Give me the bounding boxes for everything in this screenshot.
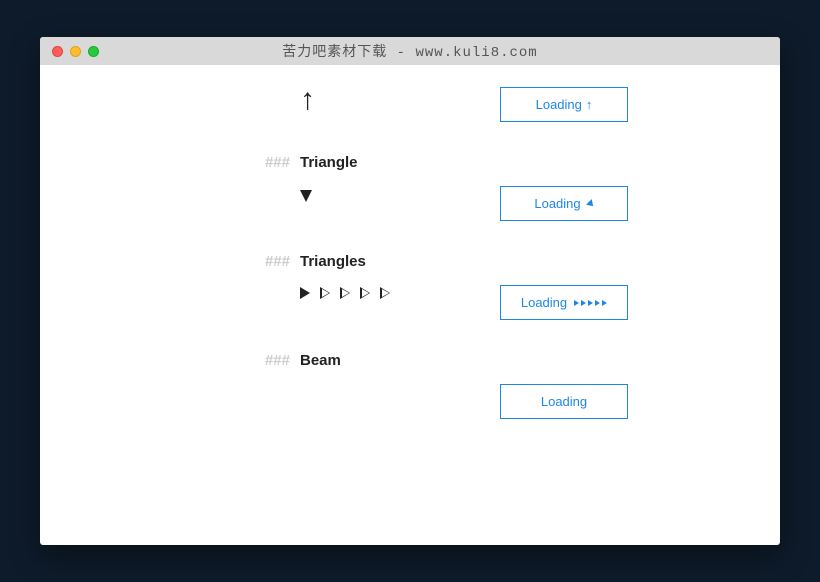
demo-row-triangles: Loading bbox=[40, 285, 780, 320]
titlebar: 苦力吧素材下载 - www.kuli8.com bbox=[40, 37, 780, 65]
triangles-icon-group bbox=[574, 300, 607, 306]
triangle-icon bbox=[588, 300, 593, 306]
triangles-spinner bbox=[300, 285, 500, 299]
hash-icon: ### bbox=[265, 154, 290, 171]
section-heading-beam: ### Beam bbox=[40, 352, 780, 370]
triangle-icon bbox=[602, 300, 607, 306]
arrow-up-icon: ↑ bbox=[586, 97, 593, 112]
loading-button-label: Loading bbox=[534, 196, 580, 211]
demo-row-arrow: ↑ Loading ↑ bbox=[40, 87, 780, 122]
loading-button-arrow[interactable]: Loading ↑ bbox=[500, 87, 628, 122]
triangle-icon bbox=[586, 199, 596, 209]
triangle-spinner bbox=[300, 186, 500, 200]
demo-window: 苦力吧素材下载 - www.kuli8.com ↑ Loading ↑ ### … bbox=[40, 37, 780, 545]
loading-button-label: Loading bbox=[541, 394, 587, 409]
triangle-outline-icon bbox=[380, 287, 390, 299]
heading-beam: Beam bbox=[300, 352, 341, 369]
triangle-outline-icon bbox=[340, 287, 350, 299]
arrow-spinner: ↑ bbox=[300, 87, 500, 119]
demo-row-beam: Loading bbox=[40, 384, 780, 419]
triangle-icon bbox=[300, 190, 312, 202]
close-icon[interactable] bbox=[52, 46, 63, 57]
triangle-outline-icon bbox=[320, 287, 330, 299]
loading-button-label: Loading bbox=[536, 97, 582, 112]
triangle-icon bbox=[595, 300, 600, 306]
arrow-up-icon: ↑ bbox=[300, 85, 315, 115]
beam-spinner bbox=[300, 384, 500, 386]
loading-button-beam[interactable]: Loading bbox=[500, 384, 628, 419]
loading-button-label: Loading bbox=[521, 295, 567, 310]
heading-triangle: Triangle bbox=[300, 154, 358, 171]
maximize-icon[interactable] bbox=[88, 46, 99, 57]
triangle-outline-icon bbox=[360, 287, 370, 299]
loading-button-triangles[interactable]: Loading bbox=[500, 285, 628, 320]
triangle-icon bbox=[581, 300, 586, 306]
window-controls bbox=[40, 46, 99, 57]
window-title: 苦力吧素材下载 - www.kuli8.com bbox=[40, 41, 780, 61]
minimize-icon[interactable] bbox=[70, 46, 81, 57]
content-area: ↑ Loading ↑ ### Triangle bbox=[40, 65, 780, 545]
heading-triangles: Triangles bbox=[300, 253, 366, 270]
section-heading-triangles: ### Triangles bbox=[40, 253, 780, 271]
triangle-icon bbox=[300, 287, 310, 299]
hash-icon: ### bbox=[265, 253, 290, 270]
section-heading-triangle: ### Triangle bbox=[40, 154, 780, 172]
demo-row-triangle: Loading bbox=[40, 186, 780, 221]
triangle-icon bbox=[574, 300, 579, 306]
loading-button-triangle[interactable]: Loading bbox=[500, 186, 628, 221]
hash-icon: ### bbox=[265, 352, 290, 369]
